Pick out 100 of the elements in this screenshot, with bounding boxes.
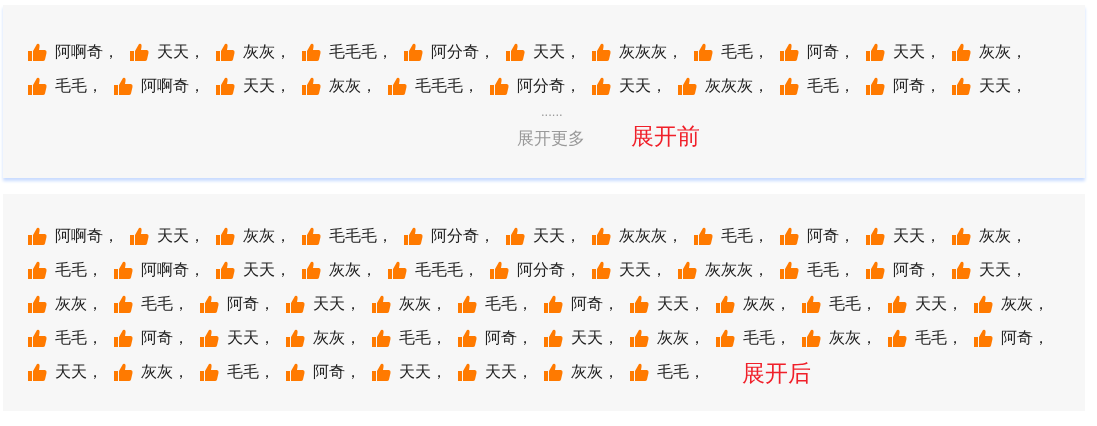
thumbs-up-icon — [506, 43, 525, 61]
thumbs-up-icon — [28, 226, 47, 245]
name-text: 灰灰灰， — [705, 76, 769, 96]
name-text: 灰灰灰， — [619, 42, 683, 62]
name-text: 毛毛， — [721, 225, 769, 246]
thumbs-up-icon — [114, 294, 133, 313]
name-text: 毛毛， — [743, 327, 791, 348]
name-text: 毛毛， — [721, 42, 769, 62]
name-text: 阿啊奇， — [55, 42, 119, 62]
thumbs-up-icon — [974, 294, 993, 313]
thumbs-up-icon — [28, 328, 47, 347]
name-text: 天天， — [533, 225, 581, 246]
name-text: 毛毛， — [399, 327, 447, 348]
thumbs-up-icon — [302, 260, 321, 279]
name-text: 天天， — [533, 42, 581, 62]
name-text: 天天， — [485, 361, 533, 382]
thumbs-up-icon — [716, 328, 735, 347]
name-text: 毛毛， — [485, 293, 533, 314]
thumbs-up-icon — [490, 260, 509, 279]
ellipsis-text: ...... — [541, 107, 564, 117]
thumbs-up-icon — [302, 226, 321, 245]
thumbs-up-icon — [372, 294, 391, 313]
thumbs-up-icon — [458, 294, 477, 313]
name-text: 灰灰， — [657, 327, 705, 348]
thumbs-up-icon — [780, 260, 799, 279]
thumbs-up-icon — [28, 77, 47, 95]
thumbs-up-icon — [630, 294, 649, 313]
name-text: 毛毛， — [807, 259, 855, 280]
thumbs-up-icon — [114, 77, 133, 95]
thumbs-up-icon — [216, 260, 235, 279]
thumbs-up-icon — [544, 362, 563, 381]
name-text: 阿奇， — [485, 327, 533, 348]
name-text: 毛毛， — [227, 361, 275, 382]
name-text: 阿奇， — [1001, 327, 1049, 348]
name-text: 灰灰， — [829, 327, 877, 348]
name-text: 灰灰， — [571, 361, 619, 382]
thumbs-up-icon — [506, 226, 525, 245]
name-text: 阿奇， — [893, 76, 941, 96]
thumbs-up-icon — [490, 77, 509, 95]
name-text: 毛毛毛， — [329, 225, 393, 246]
name-text: 阿奇， — [141, 327, 189, 348]
name-text: 天天， — [243, 259, 291, 280]
name-text: 灰灰灰， — [705, 259, 769, 280]
thumbs-up-icon — [974, 328, 993, 347]
thumbs-up-icon — [404, 43, 423, 61]
thumbs-up-icon — [952, 226, 971, 245]
name-text: 毛毛毛， — [415, 259, 479, 280]
thumbs-up-icon — [866, 226, 885, 245]
thumbs-up-icon — [888, 328, 907, 347]
thumbs-up-icon — [802, 328, 821, 347]
thumbs-up-icon — [952, 260, 971, 279]
thumbs-up-icon — [28, 362, 47, 381]
thumbs-up-icon — [952, 77, 971, 95]
thumbs-up-icon — [28, 294, 47, 313]
name-text: 天天， — [893, 225, 941, 246]
name-text: 天天， — [979, 259, 1027, 280]
name-text: 阿啊奇， — [141, 76, 205, 96]
thumbs-up-icon — [866, 43, 885, 61]
thumbs-up-icon — [286, 328, 305, 347]
name-text: 毛毛， — [55, 259, 103, 280]
caption-text: 展开前 — [631, 122, 700, 151]
name-text: 毛毛， — [915, 327, 963, 348]
thumbs-up-icon — [630, 328, 649, 347]
name-text: 阿奇， — [807, 42, 855, 62]
name-text: 毛毛毛， — [329, 42, 393, 62]
thumbs-up-icon — [114, 328, 133, 347]
name-text: 天天， — [399, 361, 447, 382]
thumbs-up-icon — [544, 328, 563, 347]
name-text: 毛毛， — [657, 361, 705, 382]
thumbs-up-icon — [200, 294, 219, 313]
name-text: 天天， — [619, 259, 667, 280]
thumbs-up-icon — [716, 294, 735, 313]
name-text: 灰灰， — [243, 225, 291, 246]
thumbs-up-icon — [592, 43, 611, 61]
expand-more-link[interactable]: 展开更多 — [517, 126, 585, 152]
name-text: 灰灰， — [979, 225, 1027, 246]
thumbs-up-icon — [372, 362, 391, 381]
name-text: 毛毛， — [829, 293, 877, 314]
name-text: 灰灰， — [743, 293, 791, 314]
name-text: 天天， — [55, 361, 103, 382]
thumbs-up-icon — [388, 260, 407, 279]
thumbs-up-icon — [302, 77, 321, 95]
name-text: 灰灰， — [1001, 293, 1049, 314]
thumbs-up-icon — [388, 77, 407, 95]
thumbs-up-icon — [216, 226, 235, 245]
name-text: 天天， — [893, 42, 941, 62]
thumbs-up-icon — [802, 294, 821, 313]
name-text: 天天， — [571, 327, 619, 348]
name-text: 灰灰， — [141, 361, 189, 382]
name-text: 灰灰， — [329, 76, 377, 96]
thumbs-up-icon — [130, 226, 149, 245]
name-text: 天天， — [157, 42, 205, 62]
name-text: 阿分奇， — [431, 42, 495, 62]
name-text: 阿奇， — [571, 293, 619, 314]
name-text: 天天， — [619, 76, 667, 96]
thumbs-up-icon — [130, 43, 149, 61]
name-text: 天天， — [227, 327, 275, 348]
name-text: 阿分奇， — [517, 259, 581, 280]
name-text: 毛毛， — [141, 293, 189, 314]
name-text: 天天， — [313, 293, 361, 314]
